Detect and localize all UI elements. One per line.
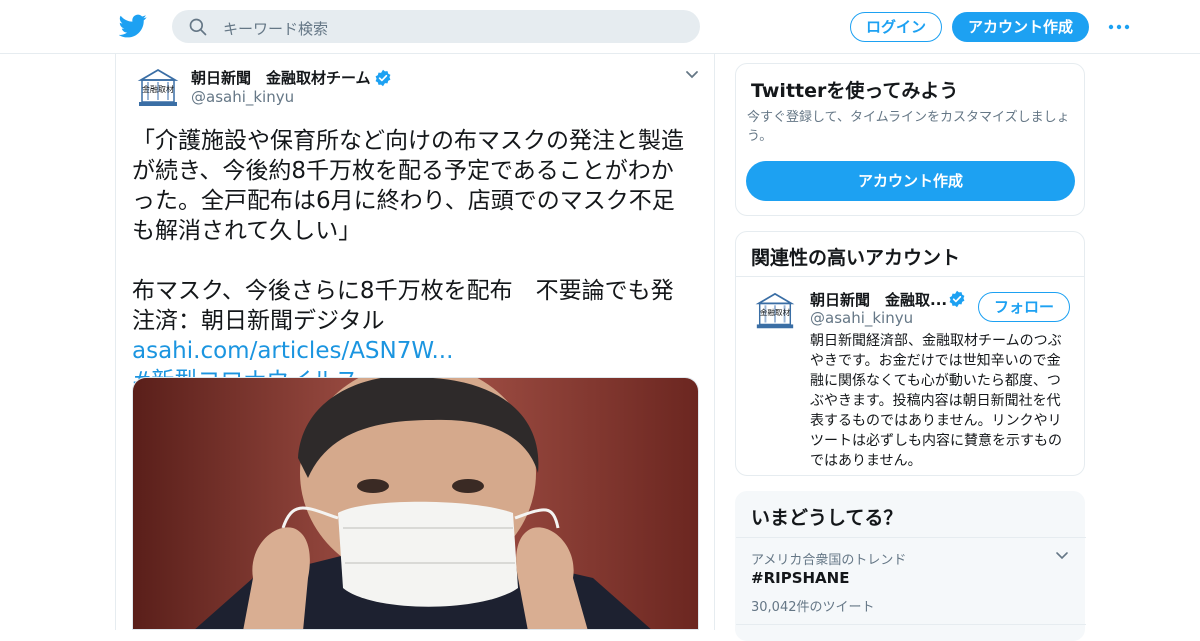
tweet-text-line: 注済：朝日新聞デジタル asahi.com/articles/ASN7W... <box>132 306 702 366</box>
related-account-bio: 朝日新聞経済部、金融取材チームのつぶやきです。お金だけでは世知辛いので金融に関係… <box>810 333 1062 469</box>
tweet-media-photo[interactable] <box>132 377 699 630</box>
tweet-text: 「介護施設や保育所など向けの布マスクの発注と製造 が続き、今後約8千万枚を配る予… <box>132 126 702 396</box>
search-input[interactable]: キーワード検索 <box>172 10 700 43</box>
create-account-button[interactable]: アカウント作成 <box>746 161 1075 201</box>
tweet-text-segment: 注済：朝日新聞デジタル <box>132 308 385 334</box>
chevron-down-icon[interactable] <box>1055 550 1069 562</box>
trend-context: アメリカ合衆国のトレンド <box>751 553 907 568</box>
try-twitter-card: Twitterを使ってみよう 今すぐ登録して、タイムラインをカスタマイズしましょ… <box>735 63 1085 216</box>
avatar-logo-text: 金融取材 <box>142 84 174 94</box>
author-avatar[interactable]: 金融取材 <box>135 66 181 112</box>
try-card-title: Twitterを使ってみよう <box>751 80 959 102</box>
tweet-text-line: 「介護施設や保育所など向けの布マスクの発注と製造 <box>132 128 684 154</box>
login-button[interactable]: ログイン <box>850 12 942 42</box>
tweet-text-line: 布マスク、今後さらに8千万枚を配布 不要論でも発 <box>132 278 674 304</box>
trend-tweet-count: 30,042件のツイート <box>751 600 875 615</box>
trends-title: いまどうしてる？ <box>751 507 903 529</box>
signup-button[interactable]: アカウント作成 <box>952 12 1089 42</box>
related-accounts-card: 関連性の高いアカウント 金融取材 朝日新聞 金融取... @asahi_kiny… <box>735 231 1085 476</box>
related-card-title: 関連性の高いアカウント <box>751 247 961 269</box>
try-card-description: 今すぐ登録して、タイムラインをカスタマイズしましょう。 <box>747 110 1070 144</box>
tweet-card: 金融取材 朝日新聞 金融取材チーム @asahi_kinyu 「介護施設や保育所… <box>115 54 715 630</box>
divider <box>736 276 1084 277</box>
tweet-text-line: った。全戸配布は6月に終わり、店頭でのマスク不足 <box>132 188 675 214</box>
photo-image <box>133 378 698 629</box>
search-placeholder: キーワード検索 <box>223 20 329 38</box>
divider <box>736 624 1086 625</box>
related-account-handle[interactable]: @asahi_kinyu <box>810 309 913 327</box>
chevron-down-icon[interactable] <box>684 68 700 82</box>
follow-button[interactable]: フォロー <box>978 292 1070 322</box>
tweet-text-line: も解消されて久しい」 <box>132 218 362 244</box>
trends-card: いまどうしてる？ アメリカ合衆国のトレンド #RIPSHANE 30,042件の… <box>735 491 1086 641</box>
top-nav-bar: キーワード検索 ログイン アカウント作成 <box>0 0 1200 54</box>
avatar-logo-text: 金融取材 <box>760 307 791 317</box>
divider <box>736 537 1086 538</box>
verified-badge-icon <box>375 69 391 87</box>
author-name[interactable]: 朝日新聞 金融取材チーム <box>191 67 371 88</box>
search-icon <box>189 18 207 36</box>
verified-badge-icon <box>949 290 965 308</box>
tweet-text-line: が続き、今後約8千万枚を配る予定であることがわか <box>132 158 674 184</box>
related-account-name[interactable]: 朝日新聞 金融取... <box>810 289 947 310</box>
more-options-icon[interactable] <box>1107 17 1131 37</box>
author-handle[interactable]: @asahi_kinyu <box>191 88 294 106</box>
article-link[interactable]: asahi.com/articles/ASN7W... <box>132 338 453 364</box>
related-account-avatar[interactable]: 金融取材 <box>753 290 797 334</box>
twitter-bird-icon[interactable] <box>119 12 147 40</box>
trend-name[interactable]: #RIPSHANE <box>751 569 849 587</box>
